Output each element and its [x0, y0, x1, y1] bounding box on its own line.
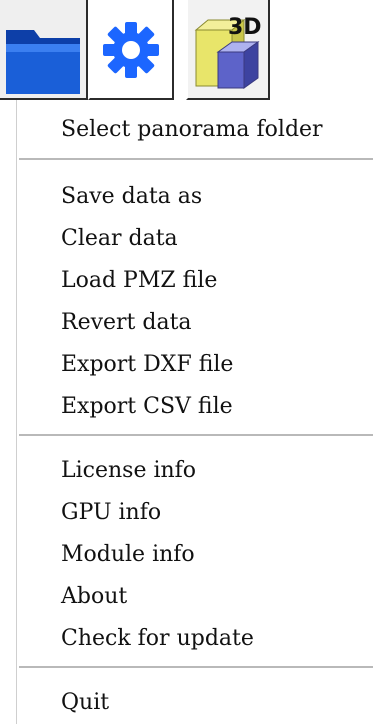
menu-item-gpu-info[interactable]: GPU info: [17, 492, 374, 534]
menu-item-export-csv-file[interactable]: Export CSV file: [17, 386, 374, 428]
menu-separator: [19, 434, 373, 436]
3d-view-button[interactable]: 3D: [186, 0, 270, 100]
menu-item-export-dxf-file[interactable]: Export DXF file: [17, 344, 374, 386]
3d-badge-label: 3D: [228, 15, 262, 40]
menu-item-select-panorama-folder[interactable]: Select panorama folder: [17, 109, 374, 151]
main-menu: Select panorama folder Save data as Clea…: [16, 100, 374, 724]
menu-item-check-for-update[interactable]: Check for update: [17, 618, 374, 660]
menu-item-save-data-as[interactable]: Save data as: [17, 176, 374, 218]
menu-item-quit[interactable]: Quit: [17, 682, 374, 724]
menu-item-load-pmz-file[interactable]: Load PMZ file: [17, 260, 374, 302]
menu-item-clear-data[interactable]: Clear data: [17, 218, 374, 260]
3d-view-icon: 3D: [194, 15, 262, 89]
menu-item-module-info[interactable]: Module info: [17, 534, 374, 576]
menu-item-revert-data[interactable]: Revert data: [17, 302, 374, 344]
folder-button[interactable]: [0, 0, 88, 100]
settings-button[interactable]: [88, 0, 174, 100]
gear-icon: [103, 22, 159, 78]
menu-item-license-info[interactable]: License info: [17, 450, 374, 492]
menu-separator: [19, 158, 373, 160]
toolbar: 3D: [0, 0, 374, 100]
menu-item-about[interactable]: About: [17, 576, 374, 618]
folder-icon: [6, 30, 80, 94]
menu-separator: [19, 666, 373, 668]
